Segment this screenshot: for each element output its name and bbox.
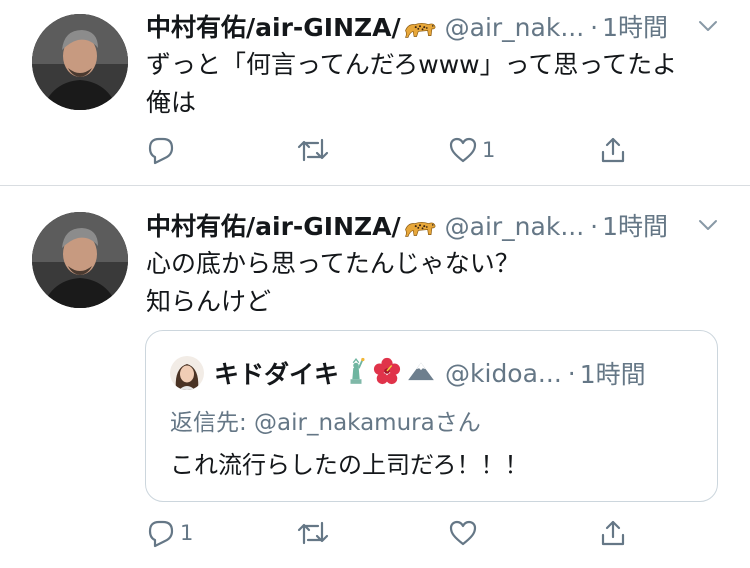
leopard-emoji <box>403 15 437 45</box>
quoted-avatar <box>170 356 204 390</box>
timestamp[interactable]: 1時間 <box>602 13 668 42</box>
quoted-timestamp: 1時間 <box>579 360 646 389</box>
avatar[interactable] <box>32 212 128 308</box>
action-bar: 1 <box>146 515 646 551</box>
retweet-icon <box>296 135 330 165</box>
tweet-text-line: 心の底から思ってたんじゃない？ <box>146 249 520 278</box>
retweet-button[interactable] <box>296 515 330 551</box>
retweet-icon <box>296 518 330 548</box>
separator-dot: · <box>590 212 599 241</box>
tweet-header: 中村有佑/air-GINZA/ @air_nak... · 1時間 <box>146 207 730 241</box>
heart-icon <box>448 135 478 165</box>
tweet-text-line: 知らんけど <box>146 287 272 316</box>
like-count: 1 <box>482 138 496 162</box>
display-name[interactable]: 中村有佑/air-GINZA/ <box>146 13 401 42</box>
tweet-divider <box>0 185 750 186</box>
share-icon <box>598 518 628 548</box>
tweet-text: ずっと「何言ってんだろwww」って思ってたよ 俺は <box>146 46 677 122</box>
like-button[interactable] <box>448 515 478 551</box>
statue-of-liberty-emoji <box>345 356 367 390</box>
chevron-down-icon[interactable] <box>696 14 720 42</box>
reply-button[interactable]: 1 <box>146 515 193 551</box>
share-button[interactable] <box>598 515 628 551</box>
chevron-down-icon[interactable] <box>696 213 720 241</box>
reply-to-label: 返信先: @air_nakamuraさん <box>170 410 481 436</box>
share-button[interactable] <box>598 132 628 168</box>
user-handle[interactable]: @air_nak... <box>445 13 585 42</box>
reply-count: 1 <box>180 521 194 545</box>
hibiscus-emoji <box>373 357 401 389</box>
display-name[interactable]: 中村有佑/air-GINZA/ <box>146 212 401 241</box>
like-button[interactable]: 1 <box>448 132 495 168</box>
reply-icon <box>146 135 176 165</box>
quoted-tweet[interactable]: キドダイキ @kidoa... · 1時間 返信先: @air_nakamura… <box>145 330 718 502</box>
quoted-display-name: キドダイキ <box>214 360 340 389</box>
quoted-tweet-header: キドダイキ @kidoa... · 1時間 <box>170 355 699 391</box>
tweet[interactable]: 中村有佑/air-GINZA/ @air_nak... · 1時間 ずっと「何言ってん… <box>0 0 750 186</box>
avatar[interactable] <box>32 14 128 110</box>
tweet-header: 中村有佑/air-GINZA/ @air_nak... · 1時間 <box>146 8 730 42</box>
tweet-text-line: ずっと「何言ってんだろwww」って思ってたよ <box>146 50 678 79</box>
share-icon <box>598 135 628 165</box>
reply-button[interactable] <box>146 132 176 168</box>
reply-icon <box>146 518 176 548</box>
tweet[interactable]: 中村有佑/air-GINZA/@air_nak... · 1時間 心の底から思ってた… <box>0 187 750 568</box>
user-handle[interactable]: @air_nak... <box>445 212 585 241</box>
separator-dot: · <box>567 358 576 388</box>
quoted-user-handle: @kidoa... <box>445 358 562 388</box>
name-emojis <box>345 356 435 390</box>
leopard-emoji <box>403 214 437 244</box>
tweet-text-line: 俺は <box>146 88 197 117</box>
retweet-button[interactable] <box>296 132 330 168</box>
mountain-emoji <box>407 360 435 386</box>
separator-dot: · <box>590 13 599 42</box>
heart-icon <box>448 518 478 548</box>
timestamp[interactable]: 1時間 <box>602 212 668 241</box>
quoted-tweet-text: これ流行らしたの上司だろ！！！ <box>170 451 529 479</box>
action-bar: 1 <box>146 132 646 168</box>
tweet-text: 心の底から思ってたんじゃない？ 知らんけど <box>146 245 520 321</box>
